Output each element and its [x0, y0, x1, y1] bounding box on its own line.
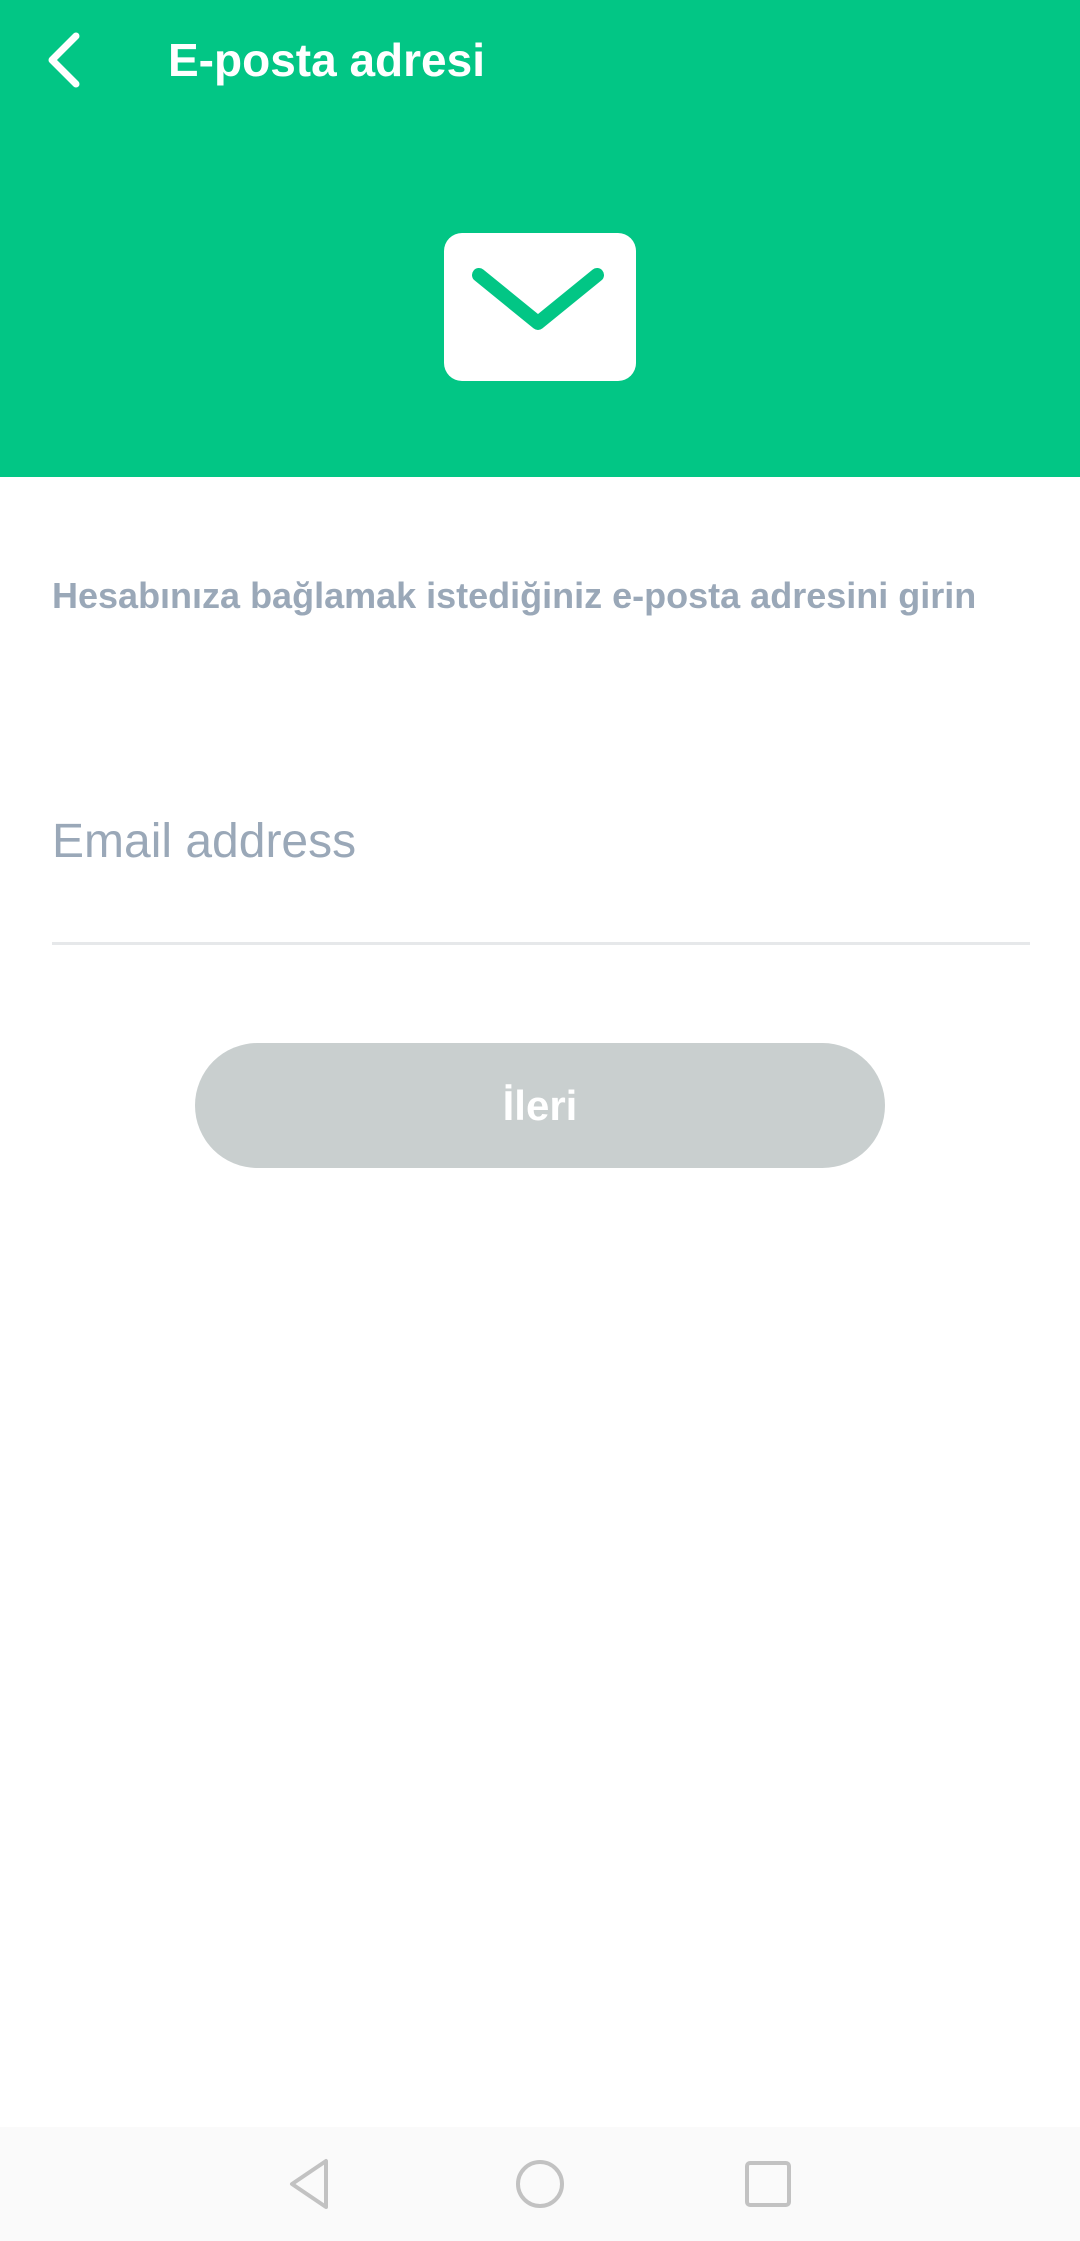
back-triangle-icon[interactable] — [284, 2157, 336, 2211]
envelope-icon — [444, 233, 636, 381]
page-title: E-posta adresi — [168, 34, 485, 86]
system-nav-bar — [0, 2127, 1080, 2241]
header: E-posta adresi — [0, 0, 1080, 477]
home-circle-icon[interactable] — [514, 2157, 566, 2211]
recents-square-icon[interactable] — [742, 2157, 794, 2211]
next-button[interactable]: İleri — [195, 1043, 885, 1168]
chevron-left-icon[interactable] — [38, 28, 98, 92]
email-input[interactable] — [52, 790, 1030, 945]
instruction-text: Hesabınıza bağlamak istediğiniz e-posta … — [52, 575, 977, 616]
